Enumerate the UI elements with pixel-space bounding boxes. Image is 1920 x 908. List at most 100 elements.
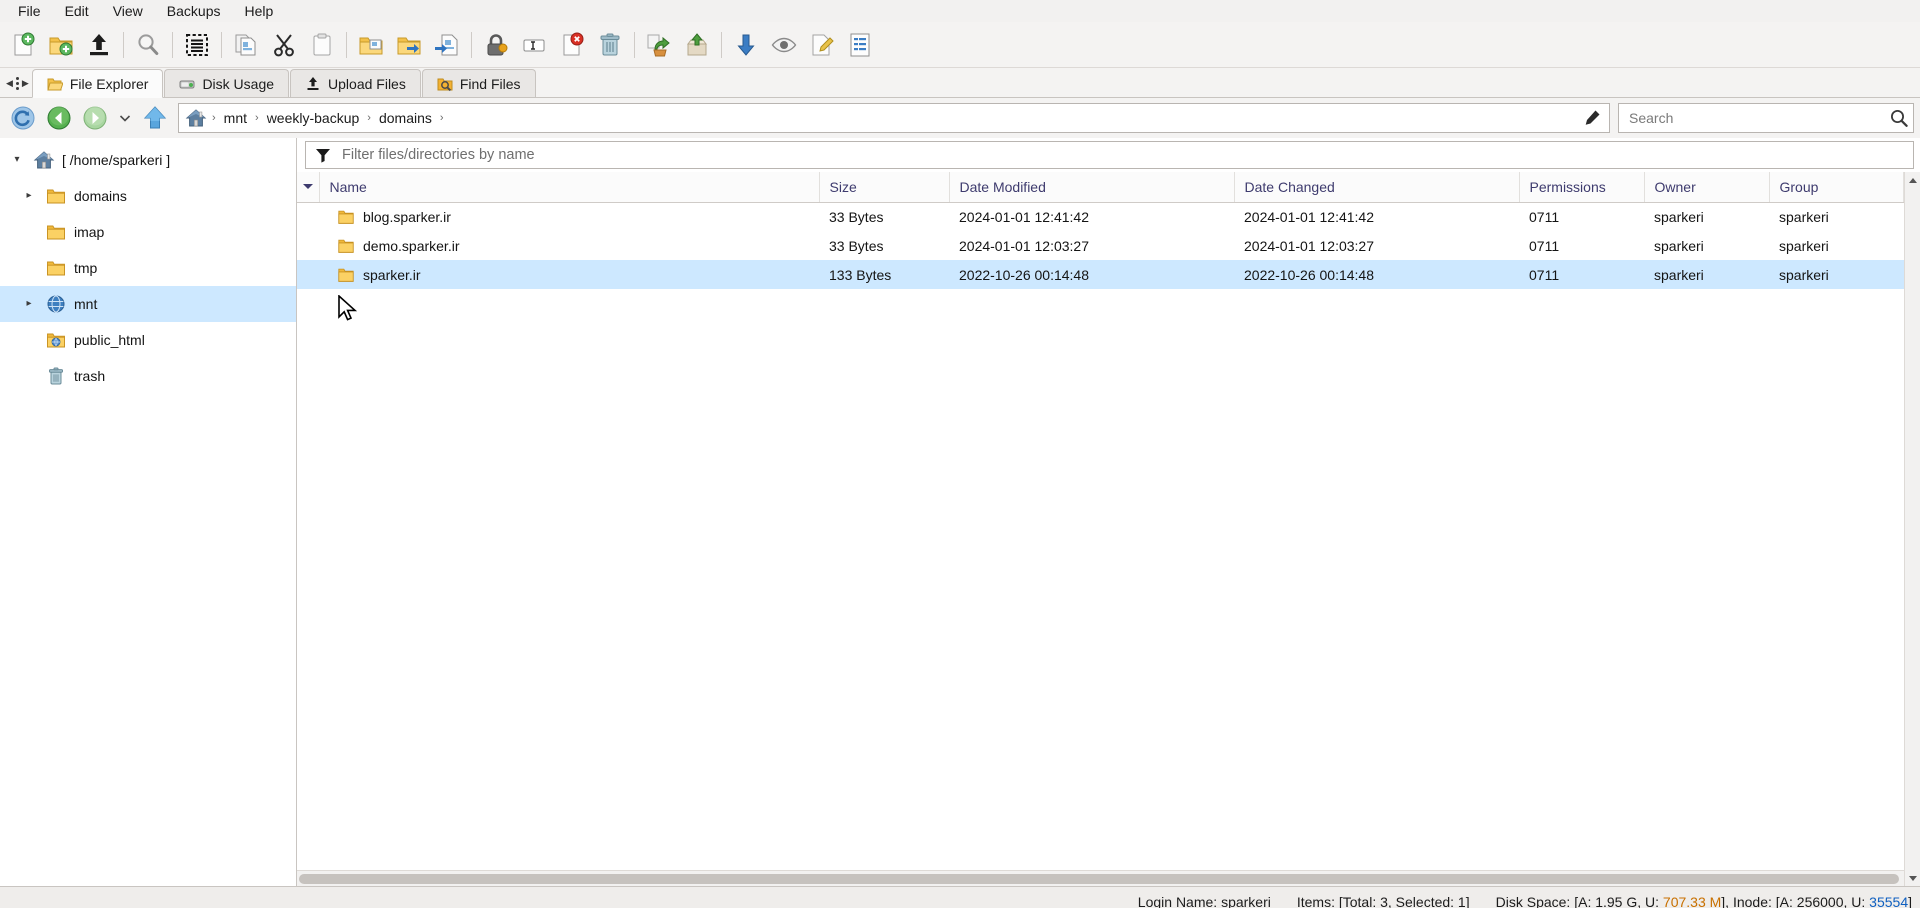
tree-item-label: tmp (74, 260, 98, 276)
toolbar-restore-button[interactable] (640, 25, 678, 65)
column-header-group[interactable]: Group (1769, 172, 1904, 203)
column-header-owner[interactable]: Owner (1644, 172, 1770, 203)
menu-item-view[interactable]: View (101, 0, 155, 22)
breadcrumb-item-weekly-backup[interactable]: weekly-backup (260, 107, 367, 129)
filter-box[interactable] (305, 141, 1914, 169)
file-name: sparker.ir (363, 266, 421, 283)
table-row[interactable]: sparker.ir 133 Bytes 2022-10-26 00:14:48… (297, 260, 1904, 289)
scissors-icon (274, 33, 294, 56)
breadcrumb-item-domains[interactable]: domains (372, 107, 439, 129)
tab-find-files[interactable]: Find Files (421, 69, 536, 97)
status-disk-used: 707.33 M (1662, 893, 1722, 908)
search-input[interactable] (1627, 109, 1889, 127)
folder-icon (338, 239, 354, 253)
toolbar-view-button[interactable] (765, 25, 803, 65)
file-name-cell[interactable]: blog.sparker.ir (319, 202, 819, 231)
tab-label: Disk Usage (202, 75, 275, 92)
tree-item-imap[interactable]: imap (0, 214, 296, 250)
toolbar-upload-button[interactable] (80, 25, 118, 65)
edit-path-button[interactable] (1579, 109, 1605, 127)
tab-disk-usage[interactable]: Disk Usage (164, 69, 290, 97)
tree-item-label: domains (74, 188, 127, 204)
search-icon[interactable] (1889, 108, 1909, 128)
table-row[interactable]: blog.sparker.ir 33 Bytes 2024-01-01 12:4… (297, 202, 1904, 231)
file-grid: Name Size Date Modified Date Changed Per… (297, 172, 1920, 886)
breadcrumb-bar[interactable]: › mnt › weekly-backup › domains › (178, 103, 1610, 133)
tree-item-mnt[interactable]: ▸ mnt (0, 286, 296, 322)
filter-input[interactable] (340, 146, 1913, 164)
main-area: ▾ [ /home/sparkeri ] ▸ domains imap tmp … (0, 138, 1920, 886)
pencil-file-icon (812, 34, 834, 55)
tree-item-trash[interactable]: trash (0, 358, 296, 394)
column-header-date-modified[interactable]: Date Modified (949, 172, 1235, 203)
toolbar-new-folder-button[interactable] (42, 25, 80, 65)
menu-item-edit[interactable]: Edit (53, 0, 101, 22)
toolbar-select-all-button[interactable] (178, 25, 216, 65)
twisty-collapsed-icon[interactable]: ▸ (16, 191, 42, 201)
restore-icon (647, 34, 670, 56)
file-name: blog.sparker.ir (363, 208, 451, 225)
tree-item-domains[interactable]: ▸ domains (0, 178, 296, 214)
refresh-button[interactable] (6, 101, 40, 135)
toolbar-delete-file-button[interactable] (553, 25, 591, 65)
toolbar-paste-button[interactable] (303, 25, 341, 65)
tree-item-tmp[interactable]: tmp (0, 250, 296, 286)
up-one-level-button[interactable] (138, 101, 172, 135)
toolbar-copy-button[interactable] (227, 25, 265, 65)
toolbar-download-button[interactable] (727, 25, 765, 65)
directory-tree-sidebar[interactable]: ▾ [ /home/sparkeri ] ▸ domains imap tmp … (0, 138, 297, 886)
forward-button[interactable] (78, 101, 112, 135)
table-row[interactable]: demo.sparker.ir 33 Bytes 2024-01-01 12:0… (297, 231, 1904, 260)
column-header-name[interactable]: Name (319, 172, 820, 203)
twisty-collapsed-icon[interactable]: ▸ (16, 299, 42, 309)
search-box[interactable] (1618, 103, 1914, 133)
file-name-cell[interactable]: demo.sparker.ir (319, 231, 819, 260)
menu-item-help[interactable]: Help (232, 0, 285, 22)
toolbar-properties-button[interactable] (841, 25, 879, 65)
tab-scroll-right-icon[interactable]: ▶ (22, 78, 29, 89)
tab-scroll-controls[interactable]: ◀ ▶ (2, 69, 32, 97)
toolbar-archive-button[interactable] (678, 25, 716, 65)
menu-item-backups[interactable]: Backups (155, 0, 233, 22)
toolbar (0, 22, 1920, 68)
toolbar-move-file-button[interactable] (352, 25, 390, 65)
toolbar-edit-button[interactable] (803, 25, 841, 65)
vertical-scrollbar[interactable] (1904, 172, 1920, 886)
history-dropdown-button[interactable] (114, 101, 136, 135)
toolbar-search-button[interactable] (129, 25, 167, 65)
tab-upload-files[interactable]: Upload Files (290, 69, 421, 97)
horizontal-scrollbar[interactable] (297, 870, 1904, 886)
menu-item-file[interactable]: File (6, 0, 53, 22)
horizontal-scroll-thumb[interactable] (299, 873, 1899, 884)
up-arrow-icon (143, 106, 167, 129)
back-button[interactable] (42, 101, 76, 135)
toolbar-extract-button[interactable] (390, 25, 428, 65)
tab-scroll-left-icon[interactable]: ◀ (6, 78, 13, 89)
column-options-button[interactable] (297, 172, 320, 203)
tab-file-explorer[interactable]: File Explorer (31, 69, 164, 98)
file-size: 33 Bytes (829, 237, 884, 254)
toolbar-cut-button[interactable] (265, 25, 303, 65)
tab-menu-icon[interactable] (15, 76, 19, 90)
tree-item-public-html[interactable]: public_html (0, 322, 296, 358)
toolbar-permissions-button[interactable] (477, 25, 515, 65)
scroll-up-button[interactable] (1904, 172, 1920, 188)
status-bar: Login Name: sparkeri Items: [Total: 3, S… (0, 886, 1920, 908)
column-header-permissions[interactable]: Permissions (1519, 172, 1645, 203)
toolbar-compress-button[interactable] (428, 25, 466, 65)
scroll-down-button[interactable] (1904, 870, 1920, 886)
toolbar-new-file-button[interactable] (4, 25, 42, 65)
twisty-expanded-icon[interactable]: ▾ (4, 155, 30, 165)
file-table: Name Size Date Modified Date Changed Per… (297, 172, 1904, 289)
file-group: sparkeri (1779, 237, 1829, 254)
column-header-size[interactable]: Size (819, 172, 950, 203)
breadcrumb-separator: › (212, 112, 216, 124)
toolbar-rename-button[interactable] (515, 25, 553, 65)
lock-icon (487, 33, 508, 55)
toolbar-trash-button[interactable] (591, 25, 629, 65)
tree-item-home-root[interactable]: ▾ [ /home/sparkeri ] (0, 142, 296, 178)
file-name-cell[interactable]: sparker.ir (319, 260, 819, 289)
home-icon[interactable] (185, 107, 207, 129)
breadcrumb-item-mnt[interactable]: mnt (217, 107, 254, 129)
column-header-date-changed[interactable]: Date Changed (1234, 172, 1520, 203)
